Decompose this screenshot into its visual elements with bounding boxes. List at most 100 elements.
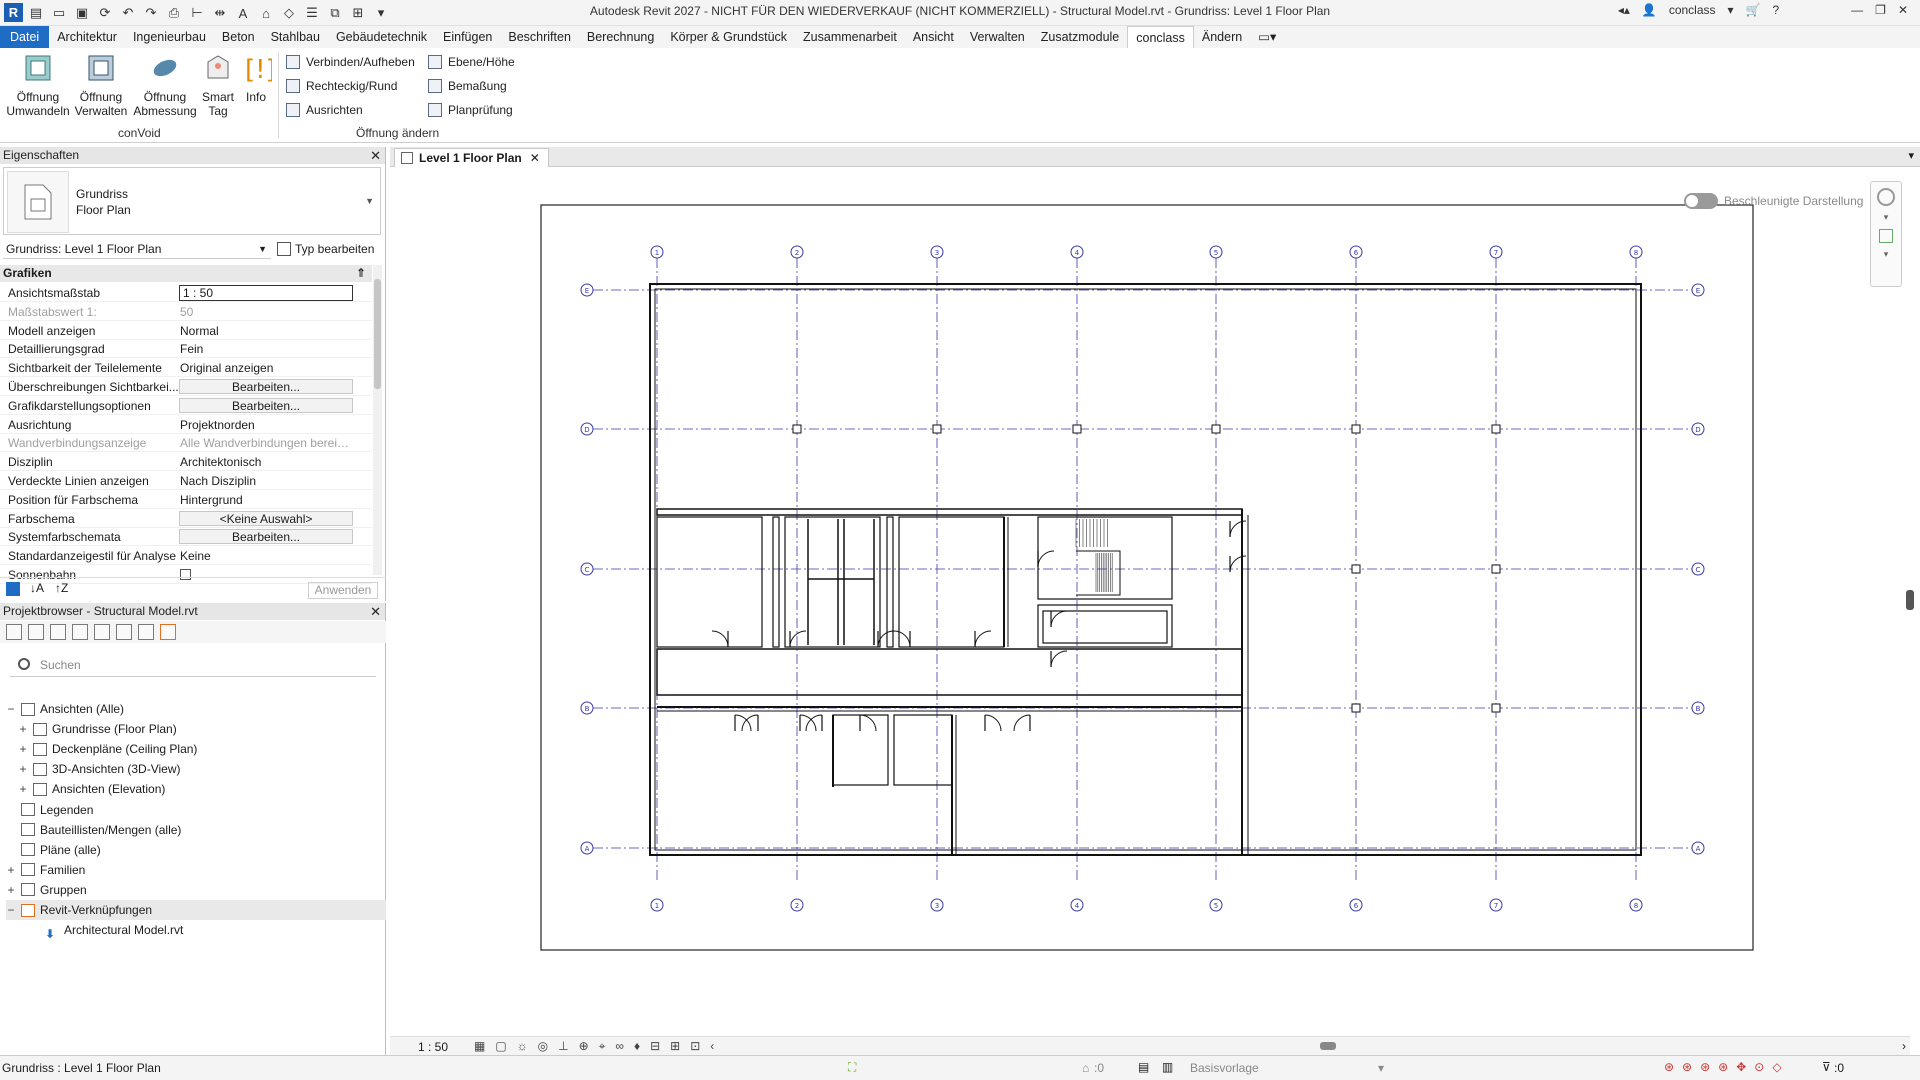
browser-sheets-icon[interactable]	[94, 624, 110, 640]
switch-windows-icon[interactable]: ⊞	[348, 3, 368, 23]
revit-logo-icon[interactable]: R	[4, 3, 23, 22]
help-icon[interactable]: ?	[1772, 3, 1779, 17]
browser-schedules-icon[interactable]	[72, 624, 88, 640]
property-row[interactable]: Verdeckte Linien anzeigen Nach Disziplin	[0, 472, 372, 490]
browser-tree-item[interactable]: + Ansichten (Elevation)	[18, 779, 386, 799]
search-arrow-icon[interactable]: ◂▴	[1618, 3, 1630, 17]
cart-icon[interactable]: 🛒	[1746, 3, 1761, 17]
view-control-icons[interactable]: ▦▢☼◎⊥⊕⌖∞♦⊟⊞⊡‹	[474, 1039, 724, 1054]
browser-tree-item[interactable]: + Gruppen	[6, 880, 386, 900]
property-edit-button[interactable]: Bearbeiten...	[179, 379, 353, 394]
property-row[interactable]: Position für Farbschema Hintergrund	[0, 491, 372, 509]
print-icon[interactable]: ⎙	[164, 3, 184, 23]
close-properties-icon[interactable]: ✕	[370, 147, 381, 164]
close-browser-icon[interactable]: ✕	[370, 603, 381, 620]
property-row[interactable]: Systemfarbschemata Bearbeiten...	[0, 528, 372, 547]
selection-filter-icons[interactable]: ⊛⊛⊛⊛✥⊙◇	[1664, 1060, 1790, 1074]
oeffnung-umwandeln-button[interactable]: Öffnung Umwandeln	[6, 52, 70, 118]
properties-scrollbar[interactable]	[373, 265, 382, 575]
design-options-icon[interactable]: ⌂	[1082, 1061, 1089, 1075]
tab-datei[interactable]: Datei	[0, 26, 50, 48]
property-row[interactable]: Sichtbarkeit der Teilelemente Original an…	[0, 359, 372, 378]
expand-toggle-icon[interactable]: −	[6, 699, 16, 719]
browser-tree-item[interactable]: Bauteillisten/Mengen (alle)	[6, 820, 386, 840]
property-row[interactable]: Ausrichtung Projektnorden	[0, 416, 372, 434]
steering-wheel-icon[interactable]	[1877, 188, 1895, 206]
property-row[interactable]: Wandverbindungsanzeige Alle Wandverbindun…	[0, 434, 372, 453]
home-icon[interactable]: ▤	[26, 3, 46, 23]
worksharing-icon[interactable]: ⛶	[848, 1060, 856, 1075]
ausrichten-button[interactable]: Ausrichten	[286, 103, 363, 117]
tab-ingenieurbau[interactable]: Ingenieurbau	[125, 26, 214, 48]
property-edit-button[interactable]: <Keine Auswahl>	[179, 510, 353, 526]
property-value[interactable]: Projektnorden	[180, 416, 352, 434]
info-button[interactable]: [!] Info	[240, 52, 276, 104]
sync-icon[interactable]: ⟳	[95, 3, 115, 23]
tab-menu-icon[interactable]: ▾	[1908, 149, 1914, 162]
browser-legends-icon[interactable]	[50, 624, 66, 640]
wheel-dropdown-icon[interactable]: ▾	[1871, 212, 1901, 223]
group-grafiken[interactable]: Grafiken ⇑	[0, 265, 372, 282]
property-value[interactable]: Alle Wandverbindungen berein...	[180, 434, 352, 452]
default-3d-view-icon[interactable]: ⌂	[256, 3, 276, 23]
browser-families-icon[interactable]	[116, 624, 132, 640]
save-icon[interactable]: ▣	[72, 3, 92, 23]
tab-level-1-floor-plan[interactable]: Level 1 Floor Plan ✕	[394, 148, 549, 167]
minimize-icon[interactable]: —	[1851, 3, 1863, 17]
customize-qat-icon[interactable]: ▾	[371, 3, 391, 23]
browser-tree-item[interactable]: Legenden	[6, 800, 386, 820]
tab-beton[interactable]: Beton	[214, 26, 263, 48]
tab-einfügen[interactable]: Einfügen	[435, 26, 500, 48]
tab-zusammenarbeit[interactable]: Zusammenarbeit	[795, 26, 905, 48]
expand-toggle-icon[interactable]: +	[18, 739, 28, 759]
bemassung-button[interactable]: Bemaßung	[428, 79, 507, 93]
tab-ändern[interactable]: Ändern	[1194, 26, 1250, 48]
ebene-hoehe-button[interactable]: Ebene/Höhe	[428, 55, 515, 69]
property-row[interactable]: Disziplin Architektonisch	[0, 453, 372, 472]
property-input[interactable]: 1 : 50	[179, 285, 353, 301]
browser-home-icon[interactable]	[6, 624, 22, 640]
property-value[interactable]: Architektonisch	[180, 453, 352, 471]
browser-tree-item[interactable]: ⬇ Architectural Model.rvt	[30, 920, 386, 941]
property-value[interactable]: Normal	[180, 322, 352, 340]
property-row[interactable]: Modell anzeigen Normal	[0, 322, 372, 340]
browser-tree-item[interactable]: +3D-Ansichten (3D-View)	[18, 759, 386, 779]
categorized-icon[interactable]	[6, 582, 20, 596]
template-dropdown-icon[interactable]: ▾	[1378, 1061, 1384, 1075]
browser-groups-icon[interactable]	[138, 624, 154, 640]
property-value[interactable]: Nach Disziplin	[180, 472, 352, 490]
browser-tree-item[interactable]: − Ansichten (Alle)	[6, 699, 386, 719]
browser-links-icon[interactable]	[160, 624, 176, 640]
thin-lines-icon[interactable]: ☰	[302, 3, 322, 23]
edit-type-button[interactable]: Typ bearbeiten	[277, 239, 374, 259]
verbinden-aufheben-button[interactable]: Verbinden/Aufheben	[286, 55, 415, 69]
ribbon-display-options-icon[interactable]: ▭▾	[1250, 26, 1284, 48]
property-row[interactable]: Farbschema <Keine Auswahl>	[0, 510, 372, 528]
property-value[interactable]: Hintergrund	[180, 491, 352, 509]
rechteckig-rund-button[interactable]: Rechteckig/Rund	[286, 79, 397, 93]
maximize-icon[interactable]: ❐	[1875, 3, 1886, 17]
browser-tree-item[interactable]: + Deckenpläne (Ceiling Plan)	[18, 739, 386, 759]
zoom-icon[interactable]	[1879, 229, 1893, 243]
accelerated-graphics-toggle[interactable]: Beschleunigte Darstellung	[1684, 193, 1863, 209]
apply-button[interactable]: Anwenden	[308, 582, 378, 599]
measure-icon[interactable]: ⊢	[187, 3, 207, 23]
tab-beschriften[interactable]: Beschriften	[500, 26, 579, 48]
type-dropdown-icon[interactable]: ▼	[365, 196, 374, 206]
property-value[interactable]: 50	[180, 303, 352, 321]
tab-ansicht[interactable]: Ansicht	[905, 26, 962, 48]
browser-tree-item[interactable]: Pläne (alle)	[6, 840, 386, 860]
view-scale[interactable]: 1 : 50	[418, 1040, 448, 1054]
tab-conclass[interactable]: conclass	[1127, 26, 1194, 48]
tab-verwalten[interactable]: Verwalten	[962, 26, 1033, 48]
zoom-dropdown-icon[interactable]: ▾	[1871, 249, 1901, 260]
browser-tree-item[interactable]: + Grundrisse (Floor Plan)	[18, 719, 386, 739]
filter-icon[interactable]: ⊽	[1822, 1060, 1831, 1074]
canvas-vertical-scroll-thumb[interactable]	[1906, 590, 1914, 610]
user-name[interactable]: conclass	[1669, 3, 1716, 17]
tab-körper-grundstück[interactable]: Körper & Grundstück	[662, 26, 795, 48]
open-icon[interactable]: ▭	[49, 3, 69, 23]
user-dropdown-icon[interactable]: ▾	[1728, 3, 1734, 17]
editing-requests-icon[interactable]: ▥	[1162, 1060, 1173, 1074]
browser-views-icon[interactable]	[28, 624, 44, 640]
